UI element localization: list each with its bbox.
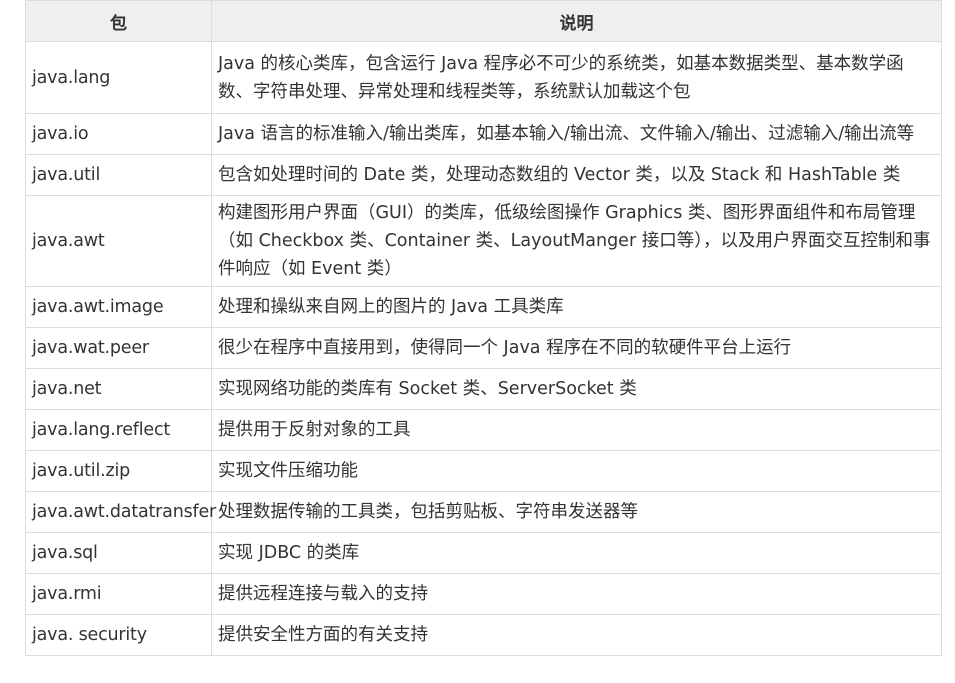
header-row: 包 说明 <box>25 0 942 42</box>
table-row: java.util.zip 实现文件压缩功能 <box>25 450 942 492</box>
description-cell: 构建图形用户界面（GUI）的类库，低级绘图操作 Graphics 类、图形界面组… <box>211 195 942 287</box>
package-cell: java.lang <box>25 41 212 114</box>
table-row: java.sql 实现 JDBC 的类库 <box>25 532 942 574</box>
description-cell: 包含如处理时间的 Date 类，处理动态数组的 Vector 类，以及 Stac… <box>211 154 942 196</box>
description-cell: 实现 JDBC 的类库 <box>211 532 942 574</box>
table-row: java.lang.reflect 提供用于反射对象的工具 <box>25 409 942 451</box>
description-cell: 提供用于反射对象的工具 <box>211 409 942 451</box>
package-cell: java.util.zip <box>25 450 212 492</box>
description-cell: Java 的核心类库，包含运行 Java 程序必不可少的系统类，如基本数据类型、… <box>211 41 942 114</box>
package-cell: java.wat.peer <box>25 327 212 369</box>
description-cell: Java 语言的标准输入/输出类库，如基本输入/输出流、文件输入/输出、过滤输入… <box>211 113 942 155</box>
description-cell: 处理和操纵来自网上的图片的 Java 工具类库 <box>211 286 942 328</box>
java-package-table: 包 说明 java.lang Java 的核心类库，包含运行 Java 程序必不… <box>25 0 942 656</box>
table-row: java.awt.datatransfer 处理数据传输的工具类，包括剪贴板、字… <box>25 491 942 533</box>
header-description: 说明 <box>211 0 942 42</box>
table-row: java.awt 构建图形用户界面（GUI）的类库，低级绘图操作 Graphic… <box>25 195 942 287</box>
description-cell: 提供安全性方面的有关支持 <box>211 614 942 656</box>
package-cell: java.awt.image <box>25 286 212 328</box>
table-body: java.lang Java 的核心类库，包含运行 Java 程序必不可少的系统… <box>25 41 942 656</box>
table-row: java.wat.peer 很少在程序中直接用到，使得同一个 Java 程序在不… <box>25 327 942 369</box>
header-package: 包 <box>25 0 212 42</box>
package-cell: java.awt <box>25 195 212 287</box>
table-row: java. security 提供安全性方面的有关支持 <box>25 614 942 656</box>
description-cell: 实现文件压缩功能 <box>211 450 942 492</box>
package-cell: java.sql <box>25 532 212 574</box>
package-cell: java.lang.reflect <box>25 409 212 451</box>
table-row: java.awt.image 处理和操纵来自网上的图片的 Java 工具类库 <box>25 286 942 328</box>
description-cell: 实现网络功能的类库有 Socket 类、ServerSocket 类 <box>211 368 942 410</box>
description-cell: 处理数据传输的工具类，包括剪贴板、字符串发送器等 <box>211 491 942 533</box>
table-row: java.rmi 提供远程连接与载入的支持 <box>25 573 942 615</box>
description-cell: 提供远程连接与载入的支持 <box>211 573 942 615</box>
package-cell: java.net <box>25 368 212 410</box>
table-row: java.lang Java 的核心类库，包含运行 Java 程序必不可少的系统… <box>25 41 942 114</box>
table-row: java.io Java 语言的标准输入/输出类库，如基本输入/输出流、文件输入… <box>25 113 942 155</box>
table-header: 包 说明 <box>25 0 942 42</box>
package-cell: java. security <box>25 614 212 656</box>
package-cell: java.rmi <box>25 573 212 615</box>
package-cell: java.io <box>25 113 212 155</box>
package-cell: java.util <box>25 154 212 196</box>
description-cell: 很少在程序中直接用到，使得同一个 Java 程序在不同的软硬件平台上运行 <box>211 327 942 369</box>
table-row: java.net 实现网络功能的类库有 Socket 类、ServerSocke… <box>25 368 942 410</box>
package-cell: java.awt.datatransfer <box>25 491 216 533</box>
table-row: java.util 包含如处理时间的 Date 类，处理动态数组的 Vector… <box>25 154 942 196</box>
